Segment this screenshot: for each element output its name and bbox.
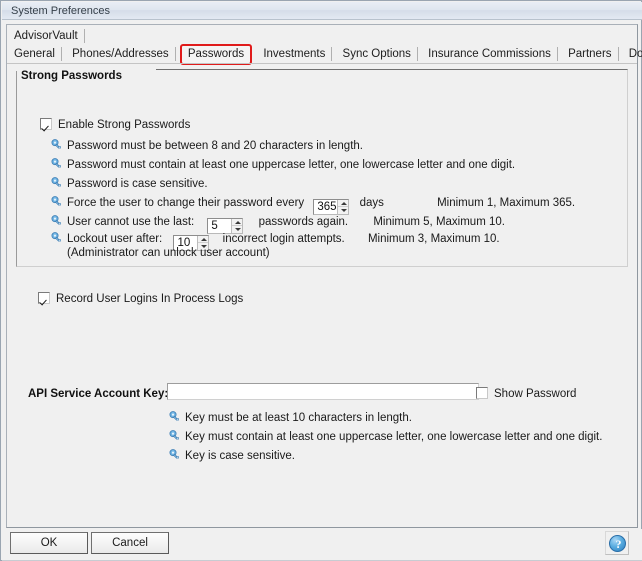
spinner-up-button[interactable] [338,200,349,207]
key-icon [51,232,62,243]
tab-passwords[interactable]: Passwords [179,44,253,65]
spinner-up-button[interactable] [232,219,243,226]
api-key-rule-2-text: Key must contain at least one uppercase … [185,431,603,443]
password-rule-3: Password is case sensitive. [51,177,208,191]
tab-partners[interactable]: Partners [561,45,620,63]
api-key-rule-1: Key must be at least 10 characters in le… [169,411,412,425]
force-password-change-row: Force the user to change their password … [51,196,575,215]
api-key-rule-1-text: Key must be at least 10 characters in le… [185,412,412,424]
key-icon [51,177,62,188]
force-password-change-value[interactable]: 365 [314,200,338,214]
window-frame: System Preferences AdvisorVault General … [0,0,642,561]
key-icon [51,158,62,169]
spinner-buttons[interactable] [337,200,349,214]
api-key-rule-3: Key is case sensitive. [169,449,295,463]
window-title: System Preferences [11,5,111,17]
api-key-rule-2: Key must contain at least one uppercase … [169,430,602,444]
tab-docupace[interactable]: Docupace [622,45,642,63]
client-area: AdvisorVault General Phones/Addresses Pa… [6,24,642,528]
system-preferences-window: System Preferences AdvisorVault General … [0,0,642,561]
question-mark-icon: ? [609,535,626,552]
window-titlebar: System Preferences [2,2,642,20]
cancel-button[interactable]: Cancel [91,532,169,554]
force-password-change-spinner[interactable]: 365 [313,199,350,215]
tab-advisorvault[interactable]: AdvisorVault [7,27,85,45]
force-password-change-units: days [359,197,384,209]
record-user-logins-row[interactable]: Record User Logins In Process Logs [38,292,243,305]
password-history-units: passwords again. [258,216,349,228]
password-history-label: User cannot use the last: [67,216,195,228]
show-password-row[interactable]: Show Password [476,387,576,400]
show-password-label: Show Password [494,388,577,400]
tab-separator-line [7,63,637,64]
password-history-value[interactable]: 5 [208,219,232,233]
lockout-units: incorrect login attempts. [222,233,345,245]
password-rule-1: Password must be between 8 and 20 charac… [51,139,363,153]
tab-investments[interactable]: Investments [256,45,333,63]
ok-button[interactable]: OK [10,532,88,554]
key-icon [169,449,180,460]
key-icon [169,430,180,441]
password-rule-2-text: Password must contain at least one upper… [67,159,516,171]
password-rule-1-text: Password must be between 8 and 20 charac… [67,140,363,152]
spinner-buttons[interactable] [231,219,243,233]
key-icon [51,196,62,207]
tab-insurance-commissions[interactable]: Insurance Commissions [421,45,558,63]
key-icon [51,215,62,226]
spinner-up-button[interactable] [198,236,209,243]
api-key-rule-3-text: Key is case sensitive. [185,450,295,462]
show-password-checkbox[interactable] [476,387,488,399]
enable-strong-passwords-row[interactable]: Enable Strong Passwords [40,118,190,131]
help-glyph: ? [615,537,622,551]
help-button[interactable]: ? [605,531,629,555]
force-password-change-label: Force the user to change their password … [67,197,305,209]
api-service-account-key-input[interactable] [167,383,479,400]
tab-row-secondary: General Phones/Addresses Passwords Inves… [7,44,642,65]
enable-strong-passwords-checkbox[interactable] [40,118,52,130]
tab-phones-addresses[interactable]: Phones/Addresses [65,45,176,63]
record-user-logins-checkbox[interactable] [38,292,50,304]
lockout-range: Minimum 3, Maximum 10. [367,233,500,245]
record-user-logins-label: Record User Logins In Process Logs [56,293,244,305]
spinner-down-button[interactable] [338,207,348,214]
dialog-button-bar: OK Cancel ? [2,529,642,561]
tab-general[interactable]: General [7,45,62,63]
tab-sync-options[interactable]: Sync Options [336,45,419,63]
password-history-range: Minimum 5, Maximum 10. [373,216,505,228]
key-icon [51,139,62,150]
password-rule-2: Password must contain at least one upper… [51,158,515,172]
key-icon [169,411,180,422]
force-password-change-range: Minimum 1, Maximum 365. [437,197,576,209]
lockout-label: Lockout user after: [67,233,163,245]
strong-passwords-group-title: Strong Passwords [17,70,126,83]
tab-row-primary: AdvisorVault [7,27,637,46]
password-rule-3-text: Password is case sensitive. [67,178,208,190]
administrator-unlock-note: (Administrator can unlock user account) [67,247,270,259]
enable-strong-passwords-label: Enable Strong Passwords [58,119,191,131]
api-service-account-key-label: API Service Account Key: [28,388,169,400]
